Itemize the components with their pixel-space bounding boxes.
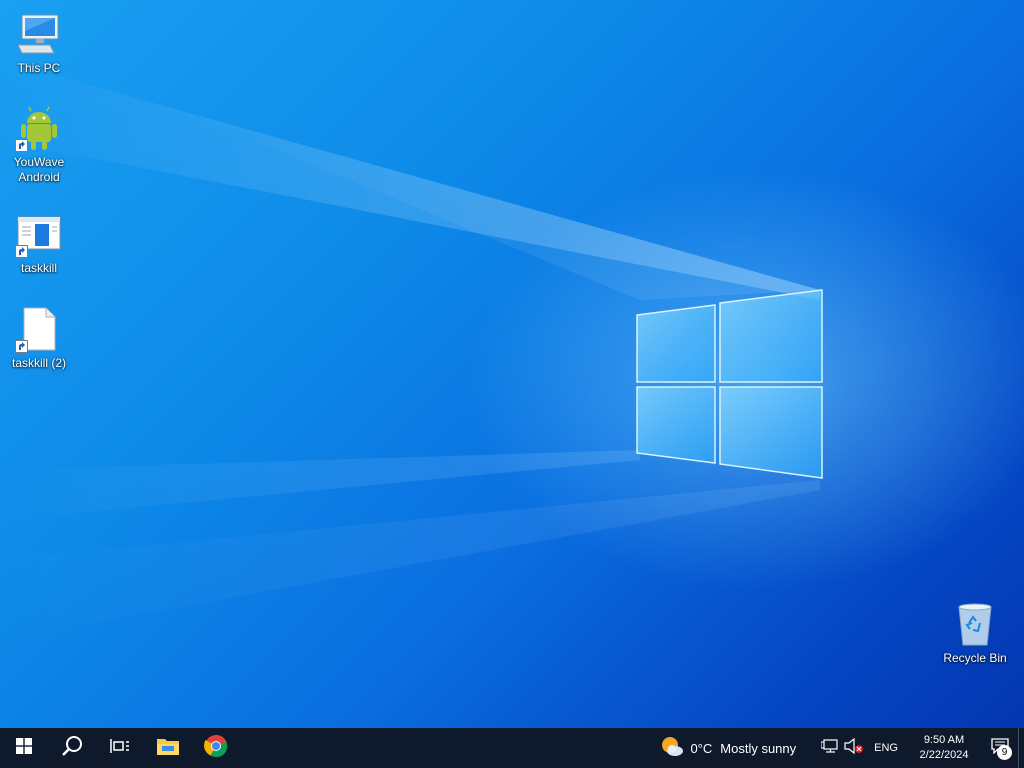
- taskbar-file-explorer[interactable]: [144, 728, 192, 768]
- weather-temperature: 0°C: [690, 740, 713, 756]
- weather-widget[interactable]: 0°C Mostly sunny: [660, 728, 804, 768]
- desktop[interactable]: This PC YouWave Android taskkill taskkil…: [0, 0, 1024, 728]
- folder-icon: [156, 736, 180, 761]
- shortcut-arrow-icon: [15, 340, 28, 353]
- shortcut-arrow-icon: [15, 139, 28, 152]
- desktop-icon-label: YouWave Android: [13, 155, 65, 184]
- desktop-icon-label: taskkill (2): [11, 356, 66, 370]
- desktop-icon-taskkill-2[interactable]: taskkill (2): [2, 305, 76, 371]
- volume-button[interactable]: [842, 728, 866, 768]
- shortcut-arrow-icon: [15, 245, 28, 258]
- action-center-button[interactable]: 9: [982, 728, 1018, 768]
- desktop-icon-label: This PC: [17, 61, 61, 75]
- windows-start-icon: [16, 737, 32, 759]
- taskbar-google-chrome[interactable]: [192, 728, 240, 768]
- taskbar: 0°C Mostly sunny ENG 9:50 AM 2/22/2024 9: [0, 728, 1024, 768]
- show-desktop-button[interactable]: [1018, 728, 1024, 768]
- network-icon: [820, 738, 839, 759]
- desktop-icon-this-pc[interactable]: This PC: [2, 10, 76, 76]
- android-icon: [15, 104, 63, 152]
- system-tray: 0°C Mostly sunny ENG 9:50 AM 2/22/2024 9: [660, 728, 1024, 768]
- search-icon: [61, 735, 83, 762]
- desktop-icon-taskkill[interactable]: taskkill: [2, 210, 76, 276]
- task-view-button[interactable]: [96, 728, 144, 768]
- recycle-bin-icon: [951, 600, 999, 648]
- monitor-icon: [15, 10, 63, 58]
- search-button[interactable]: [48, 728, 96, 768]
- notification-count-badge: 9: [997, 745, 1012, 760]
- desktop-icon-recycle-bin[interactable]: Recycle Bin: [938, 600, 1012, 666]
- desktop-icon-label: taskkill: [20, 261, 57, 275]
- blank-file-icon: [15, 305, 63, 353]
- volume-muted-icon: [844, 737, 864, 759]
- sun-cloud-icon: [660, 735, 684, 762]
- windows-logo-wallpaper: [636, 289, 823, 479]
- chrome-icon: [204, 734, 228, 763]
- input-language[interactable]: ENG: [866, 742, 906, 754]
- clock-time: 9:50 AM: [923, 734, 965, 746]
- clock[interactable]: 9:50 AM 2/22/2024: [906, 733, 982, 763]
- network-button[interactable]: [818, 728, 842, 768]
- desktop-icon-youwave-android[interactable]: YouWave Android: [2, 104, 76, 185]
- task-view-icon: [110, 737, 130, 760]
- desktop-icon-label: Recycle Bin: [943, 651, 1007, 665]
- app-window-icon: [15, 210, 63, 258]
- start-button[interactable]: [0, 728, 48, 768]
- weather-condition: Mostly sunny: [720, 740, 797, 756]
- clock-date: 2/22/2024: [919, 749, 969, 761]
